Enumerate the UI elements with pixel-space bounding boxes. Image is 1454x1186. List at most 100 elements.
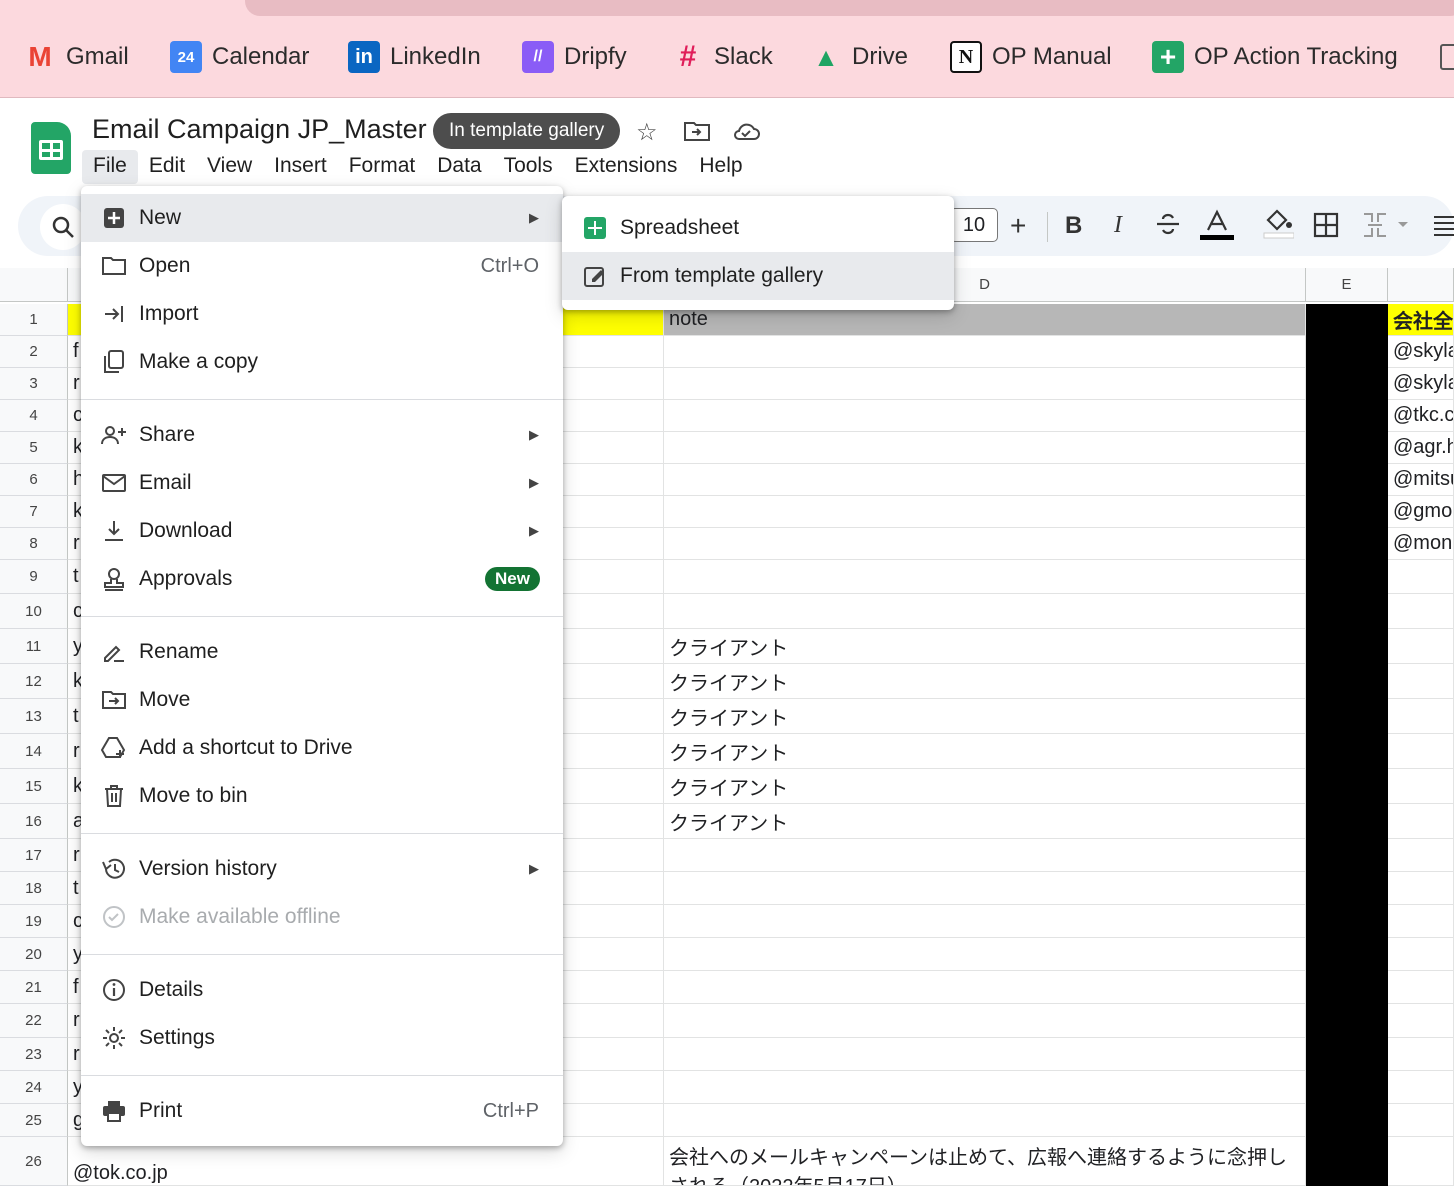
menu-item-settings[interactable]: Settings [81,1014,563,1062]
cell-f[interactable] [1388,839,1454,872]
menu-item-version-history[interactable]: Version history ▶ [81,845,563,893]
row-header[interactable]: 23 [0,1038,68,1071]
template-gallery-badge[interactable]: In template gallery [433,113,621,149]
cell-f[interactable] [1388,594,1454,629]
cell-f[interactable] [1388,1137,1454,1186]
cell-f[interactable] [1388,1004,1454,1038]
cell-f[interactable] [1388,629,1454,664]
menu-format[interactable]: Format [338,150,427,184]
menu-insert[interactable]: Insert [263,150,338,184]
row-header[interactable]: 16 [0,804,68,839]
cloud-saved-icon[interactable] [731,120,761,149]
row-header[interactable]: 10 [0,594,68,629]
move-folder-icon[interactable] [684,120,710,149]
bookmark-op-manual[interactable]: N OP Manual [950,38,1112,76]
cell-f[interactable]: @mitsu [1388,464,1454,496]
menu-item-share[interactable]: Share ▶ [81,411,563,459]
align-icon[interactable] [1434,214,1454,245]
cell-d[interactable]: クライアント [664,804,1306,839]
menu-item-open[interactable]: Open Ctrl+O [81,242,563,290]
strikethrough-icon[interactable] [1154,210,1182,245]
cell-f[interactable] [1388,938,1454,971]
row-header[interactable]: 6 [0,464,68,496]
row-header[interactable]: 7 [0,496,68,528]
cell-f[interactable]: @gmo [1388,496,1454,528]
menu-data[interactable]: Data [426,150,492,184]
cell-d[interactable]: クライアント [664,664,1306,699]
cell-d[interactable] [664,905,1306,938]
bookmark-drive[interactable]: ▲ Drive [810,38,908,76]
cell-f[interactable] [1388,1104,1454,1137]
row-header[interactable]: 9 [0,560,68,594]
cell-f[interactable] [1388,699,1454,734]
menu-item-import[interactable]: Import [81,290,563,338]
cell-d[interactable] [664,496,1306,528]
row-header[interactable]: 4 [0,400,68,432]
cell-d[interactable] [664,400,1306,432]
row-header[interactable]: 8 [0,528,68,560]
cell-d[interactable] [664,464,1306,496]
row-header[interactable]: 5 [0,432,68,464]
menu-item-approvals[interactable]: Approvals New [81,555,563,603]
menu-file[interactable]: File [82,150,138,184]
bookmark-slack[interactable]: # Slack [672,38,773,76]
cell-f[interactable] [1388,971,1454,1004]
row-header[interactable]: 15 [0,769,68,804]
menu-view[interactable]: View [196,150,263,184]
row-header[interactable]: 12 [0,664,68,699]
cell-d[interactable] [664,1004,1306,1038]
row-header[interactable]: 25 [0,1104,68,1137]
cell-d[interactable] [664,1038,1306,1071]
cell-f[interactable]: @mon [1388,528,1454,560]
row-header[interactable]: 19 [0,905,68,938]
cell-d[interactable] [664,594,1306,629]
row-header[interactable]: 20 [0,938,68,971]
corner-select-all[interactable] [0,268,68,302]
row-header[interactable]: 2 [0,336,68,368]
menu-item-download[interactable]: Download ▶ [81,507,563,555]
cell-d[interactable] [664,560,1306,594]
column-header-f[interactable] [1388,268,1454,302]
menu-extensions[interactable]: Extensions [564,150,689,184]
bookmark-linkedin[interactable]: in LinkedIn [348,38,481,76]
menu-help[interactable]: Help [688,150,753,184]
cell-d[interactable] [664,368,1306,400]
row-header[interactable]: 14 [0,734,68,769]
cell-f[interactable] [1388,769,1454,804]
increase-font-size-button[interactable]: + [1010,210,1026,242]
cell-d[interactable]: クライアント [664,699,1306,734]
cell-f[interactable]: @skyla [1388,368,1454,400]
row-header[interactable]: 13 [0,699,68,734]
menu-tools[interactable]: Tools [493,150,564,184]
star-icon[interactable]: ☆ [636,118,658,147]
submenu-item-spreadsheet[interactable]: Spreadsheet [562,204,954,252]
row-header[interactable]: 3 [0,368,68,400]
cell-d[interactable] [664,1071,1306,1104]
menu-item-email[interactable]: Email ▶ [81,459,563,507]
cell-f[interactable] [1388,804,1454,839]
row-header[interactable]: 17 [0,839,68,872]
menu-item-move-to-bin[interactable]: Move to bin [81,772,563,820]
bookmark-gmail[interactable]: M Gmail [24,38,128,76]
row-header[interactable]: 24 [0,1071,68,1104]
cell-f[interactable] [1388,734,1454,769]
menu-item-move[interactable]: Move [81,676,563,724]
cell-d[interactable] [664,336,1306,368]
cell-f[interactable] [1388,560,1454,594]
merge-cells-icon[interactable] [1362,212,1410,245]
italic-button[interactable]: I [1114,212,1122,239]
bold-button[interactable]: B [1065,212,1082,240]
menu-edit[interactable]: Edit [138,150,196,184]
submenu-item-from-template[interactable]: From template gallery [562,252,954,300]
menu-item-print[interactable]: Print Ctrl+P [81,1087,563,1135]
menu-item-make-copy[interactable]: Make a copy [81,338,563,386]
cell-d[interactable] [664,839,1306,872]
bookmark-dripfy[interactable]: // Dripfy [522,38,627,76]
cell-d[interactable] [664,528,1306,560]
bookmark-op-action-tracking[interactable]: + OP Action Tracking [1152,38,1398,76]
font-size-input[interactable]: 10 [950,208,998,242]
menu-item-new[interactable]: New ▶ [81,194,563,242]
cell-d[interactable] [664,971,1306,1004]
row-header[interactable]: 22 [0,1004,68,1038]
cell-f[interactable] [1388,664,1454,699]
